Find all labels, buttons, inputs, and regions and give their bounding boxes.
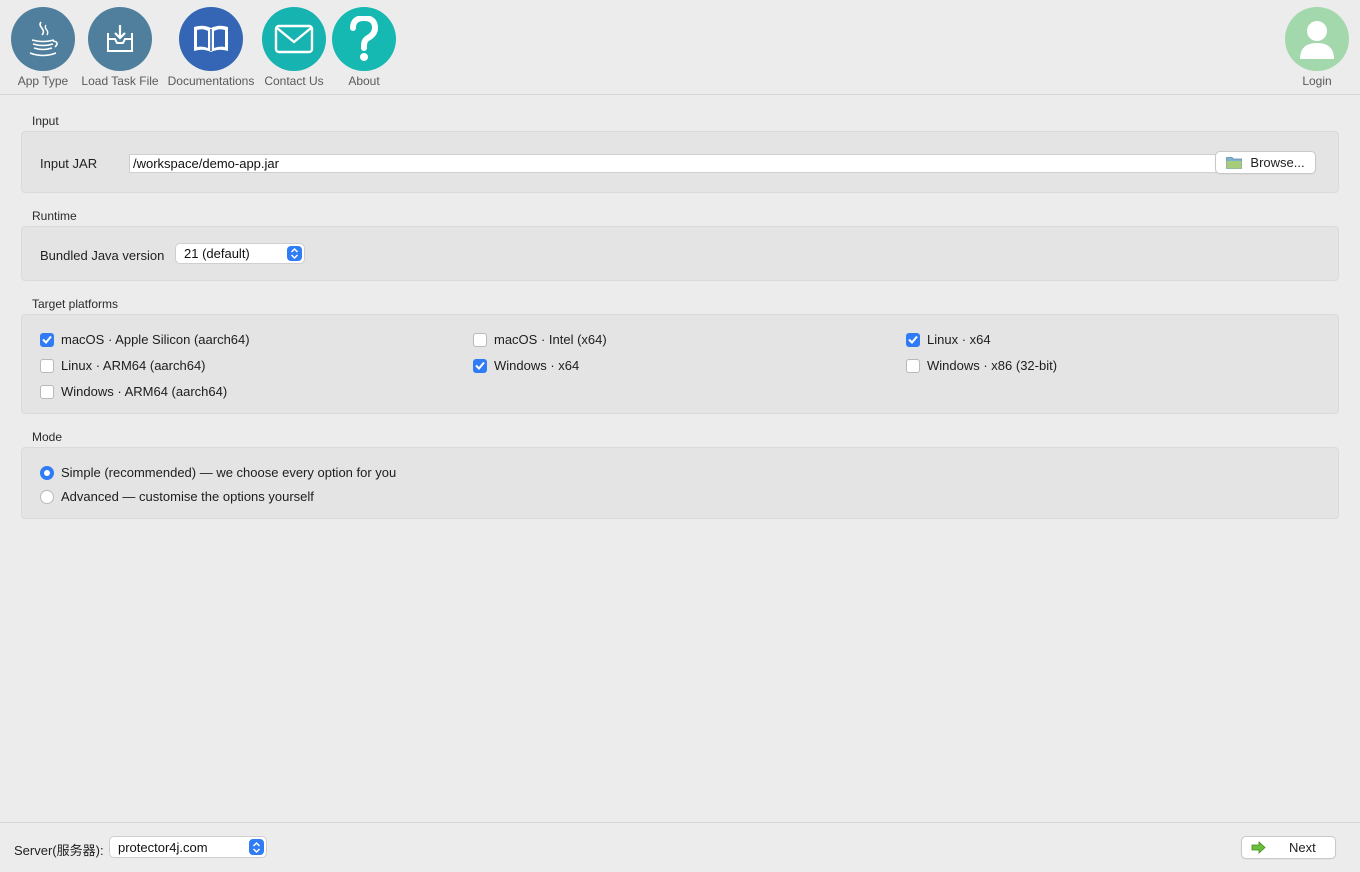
app-window: App Type Load Task File Documentations C… [0,0,1360,872]
radio-selected-icon[interactable] [40,465,54,480]
envelope-icon [262,7,326,71]
checkbox-checked-icon[interactable] [473,358,487,373]
login-button[interactable]: Login [1272,7,1360,91]
next-label: Next [1289,840,1316,855]
checkbox-checked-icon[interactable] [40,332,54,347]
radio-icon[interactable] [40,489,54,504]
load-task-file-label: Load Task File [81,74,159,88]
arrow-right-icon [1251,841,1266,854]
platforms-section-title: Target platforms [32,297,119,311]
platform-label: Linux · ARM64 (aarch64) [61,358,206,373]
platform-label: macOS · Intel (x64) [494,332,607,347]
platform-windows-arm64[interactable]: Windows · ARM64 (aarch64) [40,384,227,399]
toolbar: App Type Load Task File Documentations C… [0,0,1360,95]
input-jar-field[interactable] [129,154,1220,173]
documentations-button[interactable]: Documentations [166,7,256,91]
checkbox-icon[interactable] [40,384,54,399]
runtime-group: Bundled Java version 21 (default) [21,226,1339,281]
platform-label: Windows · x86 (32-bit) [927,358,1058,373]
platform-windows-x86[interactable]: Windows · x86 (32-bit) [906,358,1057,373]
platform-macos-x64[interactable]: macOS · Intel (x64) [473,332,607,347]
download-tray-icon [88,7,152,71]
checkbox-checked-icon[interactable] [906,332,920,347]
input-section-title: Input [32,114,59,128]
question-icon [332,7,396,71]
mode-group: Simple (recommended) — we choose every o… [21,447,1339,519]
checkbox-icon[interactable] [40,358,54,373]
platform-label: Linux · x64 [927,332,991,347]
browse-label: Browse... [1250,155,1305,170]
chevron-updown-icon [249,839,264,855]
platform-macos-arm64[interactable]: macOS · Apple Silicon (aarch64) [40,332,250,347]
contact-us-label: Contact Us [264,74,324,88]
app-type-label: App Type [17,74,69,88]
chevron-updown-icon [287,246,302,261]
checkbox-icon[interactable] [906,358,920,373]
java-version-value: 21 (default) [184,246,250,261]
checkbox-icon[interactable] [473,332,487,347]
mode-option-label: Advanced — customise the options yoursel… [61,489,314,504]
platform-linux-x64[interactable]: Linux · x64 [906,332,991,347]
platforms-group: macOS · Apple Silicon (aarch64) macOS · … [21,314,1339,414]
java-cup-icon [11,7,75,71]
folder-icon [1226,157,1243,169]
platform-linux-arm64[interactable]: Linux · ARM64 (aarch64) [40,358,206,373]
footer-bar: Server(服务器): protector4j.com Next [0,822,1360,872]
java-version-select[interactable]: 21 (default) [175,243,305,264]
runtime-section-title: Runtime [32,209,77,223]
server-label: Server(服务器): [14,843,104,858]
java-version-label: Bundled Java version [40,248,165,263]
mode-option-advanced[interactable]: Advanced — customise the options yoursel… [40,489,314,504]
documentations-label: Documentations [167,74,255,88]
platform-label: macOS · Apple Silicon (aarch64) [61,332,250,347]
next-button[interactable]: Next [1241,836,1336,859]
browse-button[interactable]: Browse... [1215,151,1316,174]
load-task-file-button[interactable]: Load Task File [75,7,165,91]
server-select[interactable]: protector4j.com [109,836,267,858]
server-value: protector4j.com [118,839,208,855]
platform-windows-x64[interactable]: Windows · x64 [473,358,579,373]
about-button[interactable]: About [319,7,409,91]
input-jar-label: Input JAR [40,156,98,171]
mode-option-simple[interactable]: Simple (recommended) — we choose every o… [40,465,396,480]
input-group: Input JAR Browse... [21,131,1339,193]
platform-label: Windows · x64 [494,358,580,373]
about-label: About [348,74,380,88]
user-icon [1285,7,1349,71]
mode-section-title: Mode [32,430,63,444]
book-icon [179,7,243,71]
platform-label: Windows · ARM64 (aarch64) [61,384,228,399]
mode-option-label: Simple (recommended) — we choose every o… [61,465,397,480]
login-label: Login [1302,74,1332,88]
